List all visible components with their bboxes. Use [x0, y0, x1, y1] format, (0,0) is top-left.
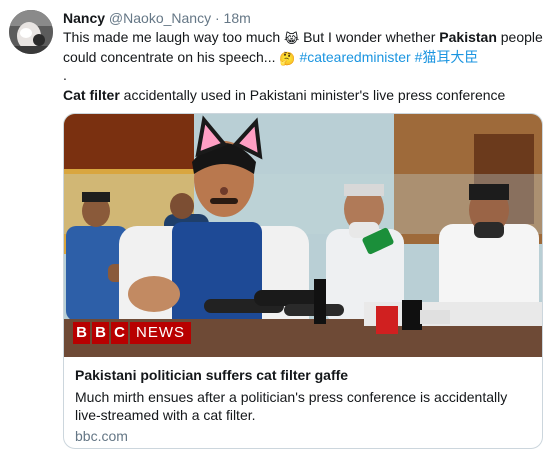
tweet[interactable]: Nancy @Naoko_Nancy · 18m This made me la… [0, 0, 551, 450]
card-title[interactable]: Pakistani politician suffers cat filter … [75, 366, 348, 384]
hashtag-japanese[interactable]: #猫耳大臣 [415, 49, 479, 65]
cat-filter-bold: Cat filter [63, 87, 120, 103]
link-card[interactable]: B B C NEWS Pakistani politician suffers … [63, 113, 543, 449]
tweet-second-line: Cat filter accidentally used in Pakistan… [63, 86, 505, 104]
card-description: Much mirth ensues after a politician's p… [75, 389, 508, 423]
hashtag-catearedminister[interactable]: #catearedminister [299, 49, 410, 65]
cat-tears-emoji-icon: 😹 [284, 31, 300, 46]
card-image[interactable]: B B C NEWS [64, 114, 542, 357]
tweet-second-line-rest: accidentally used in Pakistani minister'… [119, 87, 506, 103]
author-handle[interactable]: @Naoko_Nancy [109, 10, 211, 26]
bbc-logo-b1: B [73, 322, 90, 344]
header-separator: · [214, 10, 220, 26]
highlight-pakistan: Pakistan [439, 29, 497, 45]
thinking-emoji-icon: 🤔 [279, 51, 296, 66]
tweet-header: Nancy @Naoko_Nancy · 18m [63, 9, 251, 27]
card-domain: bbc.com [75, 428, 128, 444]
tweet-text-part2: But I wonder whether [299, 29, 440, 45]
tweet-dot-line: . [63, 67, 67, 83]
tweet-timestamp[interactable]: 18m [224, 10, 251, 26]
bbc-news-logo: B B C NEWS [73, 322, 191, 344]
tweet-text: This made me laugh way too much 😹 But I … [63, 27, 545, 67]
tweet-text-part1: This made me laugh way too much [63, 29, 284, 45]
bbc-logo-news: NEWS [130, 322, 191, 344]
author-name[interactable]: Nancy [63, 10, 105, 26]
bbc-logo-c: C [111, 322, 128, 344]
bbc-logo-b2: B [92, 322, 109, 344]
avatar[interactable] [9, 10, 53, 54]
